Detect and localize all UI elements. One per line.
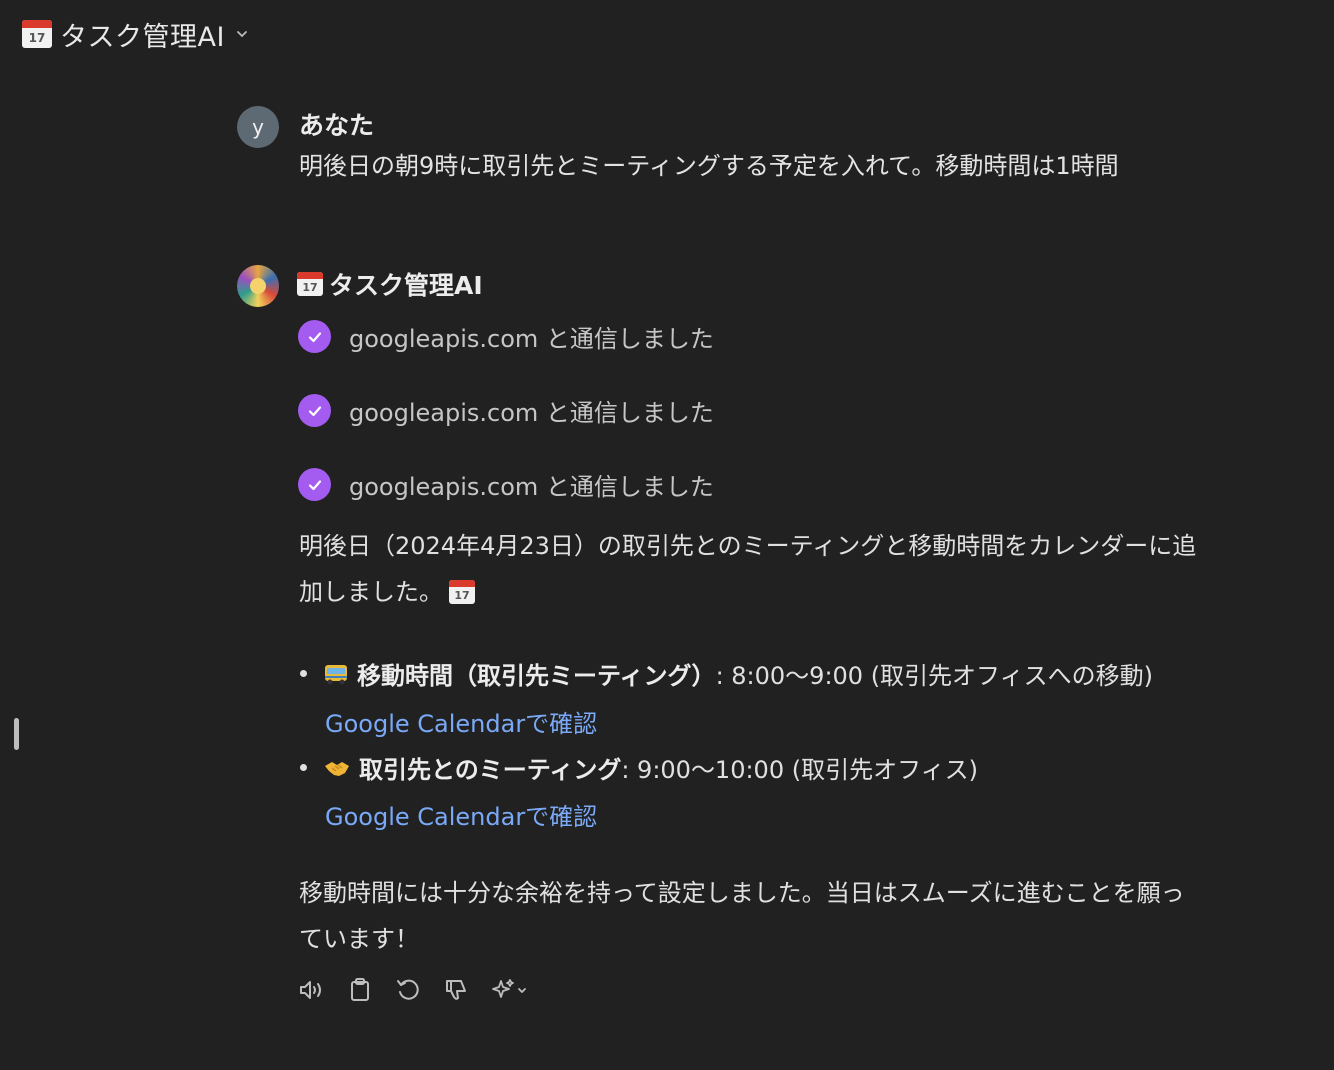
scrollbar-handle[interactable] xyxy=(14,718,19,750)
model-selector[interactable]: 17 タスク管理AI xyxy=(22,14,249,54)
regenerate-icon[interactable] xyxy=(394,976,422,1004)
calendar-icon: 17 xyxy=(22,20,52,48)
google-calendar-link[interactable]: Google Calendarで確認 xyxy=(325,704,597,739)
check-circle-icon xyxy=(298,468,331,501)
assistant-closing: 移動時間には十分な余裕を持って設定しました。当日はスムーズに進むことを願っ てい… xyxy=(299,870,1185,962)
copy-icon[interactable] xyxy=(346,976,374,1004)
handshake-icon xyxy=(325,761,349,776)
chevron-down-icon xyxy=(237,31,247,38)
assistant-name: タスク管理AI xyxy=(329,271,483,300)
check-circle-icon xyxy=(298,320,331,353)
intro-line: 明後日（2024年4月23日）の取引先とのミーティングと移動時間をカレンダーに追 xyxy=(299,532,1197,560)
event-title: 取引先とのミーティング xyxy=(359,756,622,784)
assistant-avatar xyxy=(237,265,279,307)
list-item: 取引先とのミーティング : 9:00〜10:00 (取引先オフィス) xyxy=(300,750,978,785)
event-title: 移動時間（取引先ミーティング） xyxy=(357,662,716,690)
check-circle-icon xyxy=(298,394,331,427)
calendar-icon: 17 xyxy=(449,580,475,604)
tool-call-label: googleapis.com と通信しました xyxy=(349,325,714,353)
event-detail: : 8:00〜9:00 (取引先オフィスへの移動) xyxy=(715,662,1153,690)
user-avatar: y xyxy=(237,106,279,148)
tool-call-item[interactable]: googleapis.com と通信しました xyxy=(298,393,714,428)
message-actions xyxy=(298,976,530,1004)
assistant-name-row: 17 タスク管理AI xyxy=(297,266,483,302)
calendar-icon: 17 xyxy=(297,272,323,296)
intro-line-2: 加しました。 17 xyxy=(299,569,1196,615)
user-message-text: 明後日の朝9時に取引先とミーティングする予定を入れて。移動時間は1時間 xyxy=(299,152,1119,180)
bullet-dot xyxy=(300,670,307,677)
list-item: 移動時間（取引先ミーティング） : 8:00〜9:00 (取引先オフィスへの移動… xyxy=(300,656,1153,691)
read-aloud-icon[interactable] xyxy=(298,976,326,1004)
tool-call-item[interactable]: googleapis.com と通信しました xyxy=(298,467,714,502)
tool-call-label: googleapis.com と通信しました xyxy=(349,399,714,427)
bullet-dot xyxy=(300,764,307,771)
google-calendar-link[interactable]: Google Calendarで確認 xyxy=(325,797,597,832)
closing-line-2: ています！ xyxy=(299,925,419,953)
thumbs-down-icon[interactable] xyxy=(442,976,470,1004)
user-avatar-letter: y xyxy=(252,115,264,139)
sparkle-model-icon[interactable] xyxy=(490,976,530,1004)
tool-call-label: googleapis.com と通信しました xyxy=(349,473,714,501)
model-title: タスク管理AI xyxy=(60,21,225,53)
bus-icon xyxy=(325,664,347,684)
tool-call-item[interactable]: googleapis.com と通信しました xyxy=(298,319,714,354)
closing-line: 移動時間には十分な余裕を持って設定しました。当日はスムーズに進むことを願っ xyxy=(299,879,1185,907)
user-author-name: あなた xyxy=(299,111,375,140)
assistant-intro: 明後日（2024年4月23日）の取引先とのミーティングと移動時間をカレンダーに追… xyxy=(299,523,1196,615)
event-detail: : 9:00〜10:00 (取引先オフィス) xyxy=(621,756,978,784)
